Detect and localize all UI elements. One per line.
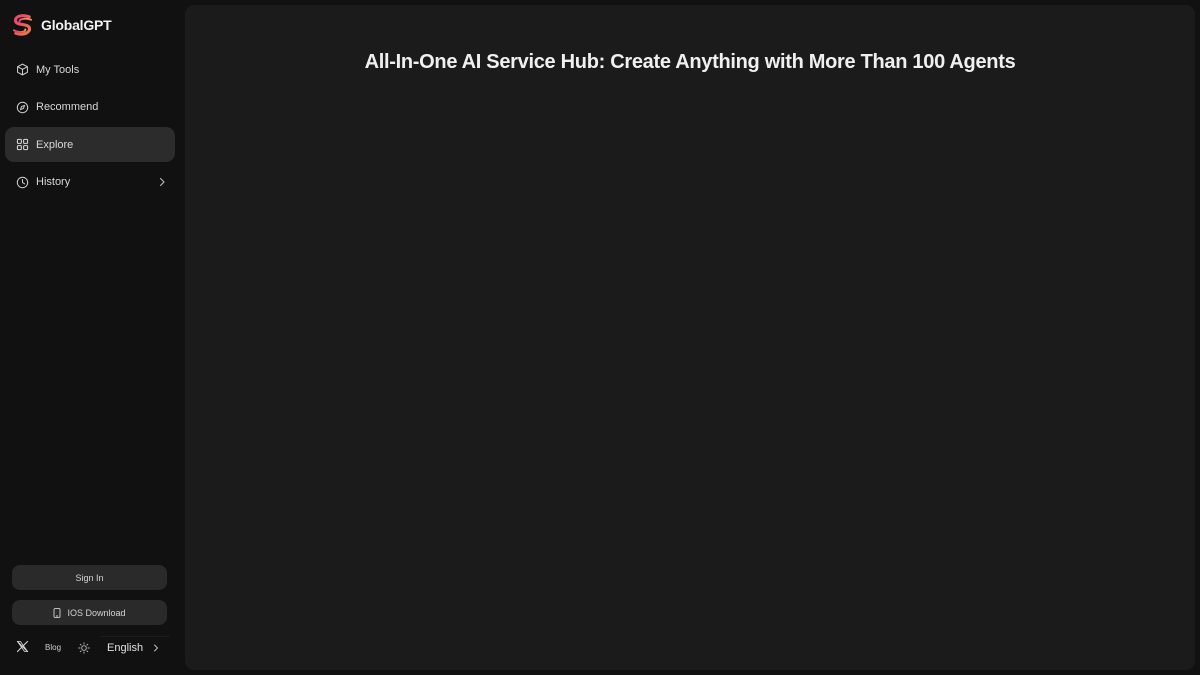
clock-icon — [16, 176, 29, 189]
compass-icon — [16, 101, 29, 114]
sidebar-item-history[interactable]: History — [5, 165, 175, 200]
sidebar-nav: My Tools Recommend Explore History — [5, 52, 175, 202]
sidebar-item-label: My Tools — [36, 63, 80, 76]
sidebar-item-label: Explore — [36, 138, 74, 151]
main-panel: All-In-One AI Service Hub: Create Anythi… — [185, 5, 1195, 670]
grid-icon — [16, 138, 29, 151]
sidebar-item-recommend[interactable]: Recommend — [5, 90, 175, 125]
sidebar-item-label: History — [36, 176, 71, 188]
sidebar-item-label: Recommend — [36, 101, 99, 113]
ios-download-button[interactable]: IOS Download — [12, 600, 167, 625]
sun-icon[interactable] — [78, 642, 90, 654]
sign-in-button[interactable]: Sign In — [12, 565, 167, 590]
cube-icon — [16, 63, 29, 76]
sidebar: GlobalGPT My Tools Recommend Explore His… — [0, 0, 182, 675]
app-window: GlobalGPT My Tools Recommend Explore His… — [0, 0, 1200, 675]
chevron-right-icon — [154, 644, 158, 652]
sidebar-item-my-tools[interactable]: My Tools — [5, 52, 175, 87]
globalgpt-logo-icon — [12, 13, 33, 36]
sidebar-footer: Blog English — [0, 636, 182, 660]
phone-icon — [54, 607, 61, 618]
sidebar-item-explore[interactable]: Explore — [5, 127, 175, 162]
language-selector[interactable]: English — [100, 636, 170, 658]
brand-name: GlobalGPT — [41, 17, 112, 33]
brand[interactable]: GlobalGPT — [10, 12, 112, 38]
chevron-right-icon[interactable] — [156, 176, 168, 188]
blog-link[interactable]: Blog — [45, 643, 61, 652]
language-label: English — [107, 641, 144, 654]
ios-download-label: IOS Download — [67, 607, 126, 618]
x-twitter-icon[interactable] — [16, 640, 29, 653]
sign-in-label: Sign In — [75, 572, 104, 583]
page-headline: All-In-One AI Service Hub: Create Anythi… — [364, 51, 1016, 73]
